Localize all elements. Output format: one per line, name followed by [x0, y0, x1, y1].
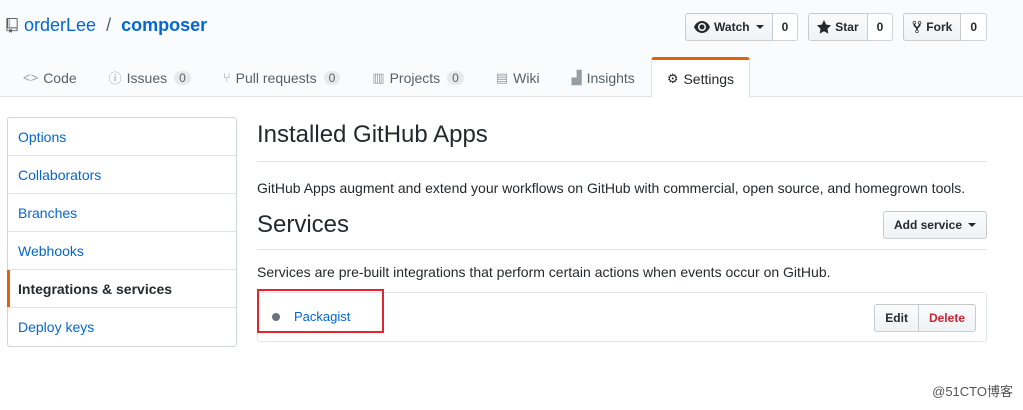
- issue-icon: ⓘ: [108, 71, 122, 86]
- book-icon: ▤: [495, 69, 509, 85]
- service-item: Packagist: [272, 309, 350, 324]
- eye-icon: [694, 21, 711, 33]
- menu-item-collaborators[interactable]: Collaborators: [8, 156, 236, 194]
- tab-wiki-label: Wiki: [513, 69, 540, 86]
- service-actions: Edit Delete: [874, 304, 976, 332]
- repo-path-separator: /: [106, 15, 112, 35]
- tab-insights-label: Insights: [586, 69, 635, 86]
- repo-nav: <> Code ⓘ Issues 0 ⑂ Pull requests 0 ▥ P…: [7, 57, 751, 98]
- tab-pull-requests[interactable]: ⑂ Pull requests 0: [207, 57, 356, 97]
- status-dot-icon: [272, 312, 280, 321]
- project-icon: ▥: [372, 69, 385, 85]
- star-count[interactable]: 0: [867, 13, 894, 41]
- services-description: Services are pre-built integrations that…: [257, 264, 831, 280]
- watch-group: Watch 0: [685, 13, 799, 41]
- tab-issues-label: Issues: [126, 69, 168, 86]
- edit-button[interactable]: Edit: [874, 304, 919, 332]
- fork-icon: [912, 20, 922, 34]
- repo-icon: [6, 18, 18, 33]
- delete-button[interactable]: Delete: [918, 304, 976, 332]
- watch-count[interactable]: 0: [772, 13, 799, 41]
- star-group: Star 0: [808, 13, 894, 41]
- services-heading: Services: [257, 211, 350, 238]
- star-label: Star: [835, 20, 859, 34]
- tab-code[interactable]: <> Code: [7, 57, 93, 97]
- watermark: @51CTO博客: [932, 384, 1013, 399]
- star-button[interactable]: Star: [808, 13, 868, 41]
- main-content: Installed GitHub Apps GitHub Apps augmen…: [257, 117, 987, 342]
- add-service-button[interactable]: Add service: [882, 211, 987, 239]
- pull-request-icon: ⑂: [222, 70, 231, 85]
- installed-apps-description: GitHub Apps augment and extend your work…: [257, 180, 966, 196]
- fork-group: Fork 0: [903, 13, 987, 41]
- fork-count[interactable]: 0: [961, 13, 987, 41]
- pull-requests-counter: 0: [323, 70, 341, 85]
- menu-item-options[interactable]: Options: [8, 118, 236, 156]
- menu-item-webhooks[interactable]: Webhooks: [8, 232, 236, 270]
- projects-counter: 0: [447, 70, 464, 85]
- tab-projects-label: Projects: [389, 69, 441, 86]
- repo-name-link[interactable]: composer: [121, 15, 207, 36]
- fork-button[interactable]: Fork: [903, 13, 962, 41]
- tab-code-label: Code: [43, 69, 77, 86]
- graph-icon: ▟: [571, 69, 582, 85]
- menu-item-integrations-services[interactable]: Integrations & services: [7, 270, 236, 308]
- add-service-label: Add service: [893, 218, 962, 232]
- tab-pull-requests-label: Pull requests: [235, 69, 317, 86]
- service-link-packagist[interactable]: Packagist: [294, 309, 350, 324]
- repo-actions: Watch 0 Star 0 Fork 0: [685, 13, 987, 41]
- tab-issues[interactable]: ⓘ Issues 0: [93, 57, 207, 97]
- menu-item-branches[interactable]: Branches: [8, 194, 236, 232]
- settings-menu: Options Collaborators Branches Webhooks …: [7, 117, 237, 347]
- issues-counter: 0: [174, 70, 191, 85]
- installed-apps-heading: Installed GitHub Apps: [257, 117, 987, 162]
- repo-header: orderLee / composer Watch 0 Star 0 Fork: [0, 0, 1023, 98]
- watch-button[interactable]: Watch: [685, 13, 773, 41]
- tab-insights[interactable]: ▟ Insights: [556, 57, 651, 97]
- tab-settings-label: Settings: [683, 71, 735, 87]
- menu-item-deploy-keys[interactable]: Deploy keys: [8, 308, 236, 346]
- chevron-down-icon: [968, 223, 976, 227]
- service-list: Packagist Edit Delete: [257, 289, 987, 342]
- repo-owner-link[interactable]: orderLee: [24, 15, 96, 36]
- gear-icon: ⚙: [666, 71, 679, 86]
- tab-wiki[interactable]: ▤ Wiki: [480, 57, 556, 97]
- star-icon: [817, 20, 832, 34]
- watch-label: Watch: [714, 20, 750, 34]
- repo-title: orderLee / composer: [6, 15, 207, 36]
- services-header: Services Add service: [257, 208, 987, 250]
- tab-settings[interactable]: ⚙ Settings: [650, 57, 751, 98]
- code-icon: <>: [23, 70, 39, 85]
- chevron-down-icon: [755, 25, 764, 29]
- tab-projects[interactable]: ▥ Projects 0: [356, 57, 480, 97]
- fork-label: Fork: [926, 20, 953, 34]
